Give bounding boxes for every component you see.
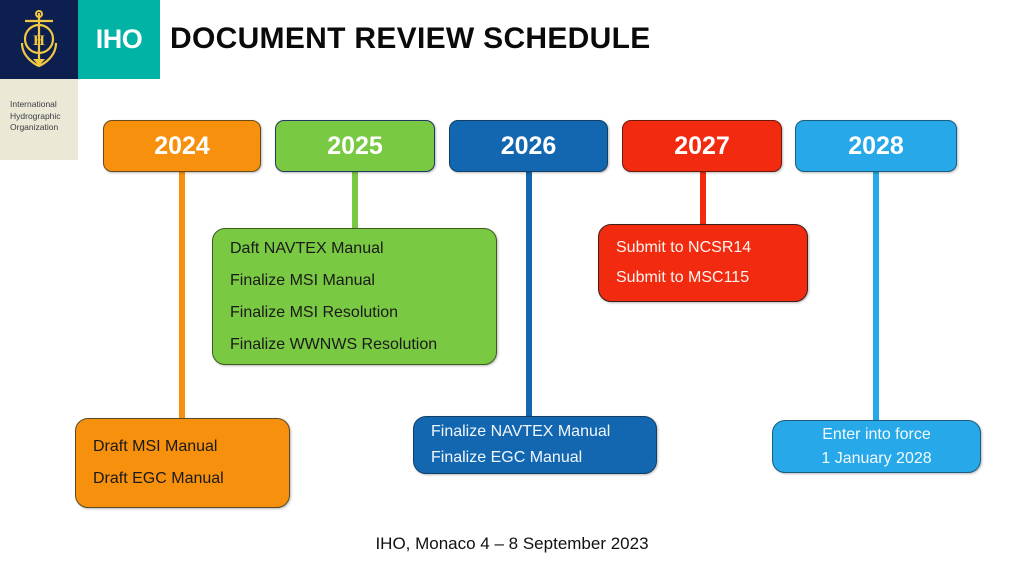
box-line: Finalize MSI Resolution xyxy=(230,303,399,321)
iho-logo-block: H xyxy=(0,0,78,79)
box-line: Daft NAVTEX Manual xyxy=(230,239,384,257)
organization-name-lines: International Hydrographic Organization xyxy=(10,99,61,134)
box-line: Submit to MSC115 xyxy=(616,269,750,286)
iho-wordmark-block: IHO xyxy=(78,0,160,79)
iho-wordmark-text: IHO xyxy=(95,24,143,54)
box-2027[interactable]: Submit to NCSR14 Submit to MSC115 xyxy=(598,224,808,302)
box-line: Draft MSI Manual xyxy=(93,438,218,455)
stem-2026 xyxy=(526,170,532,418)
box-line: Finalize EGC Manual xyxy=(431,449,583,466)
stem-2027 xyxy=(700,170,706,228)
box-2024[interactable]: Draft MSI Manual Draft EGC Manual xyxy=(75,418,290,508)
box-line: Finalize NAVTEX Manual xyxy=(431,423,611,440)
year-pill-2027[interactable]: 2027 xyxy=(622,120,782,172)
footer-text: IHO, Monaco 4 – 8 September 2023 xyxy=(375,534,649,553)
organization-name-block: International Hydrographic Organization xyxy=(0,79,78,160)
year-pill-2026[interactable]: 2026 xyxy=(449,120,608,172)
box-line: 1 January 2028 xyxy=(821,449,932,467)
stem-2024 xyxy=(179,170,185,420)
box-line: Draft EGC Manual xyxy=(93,470,224,487)
svg-text:H: H xyxy=(33,33,45,49)
box-line: Enter into force xyxy=(822,425,931,443)
year-pill-2025[interactable]: 2025 xyxy=(275,120,435,172)
box-line: Submit to NCSR14 xyxy=(616,239,752,256)
box-line: Finalize WWNWS Resolution xyxy=(230,335,438,353)
box-line: Finalize MSI Manual xyxy=(230,271,375,289)
org-line-1: International xyxy=(10,99,57,109)
box-2025[interactable]: Daft NAVTEX Manual Finalize MSI Manual Fin… xyxy=(212,228,497,365)
box-2028[interactable]: Enter into force 1 January 2028 xyxy=(772,420,981,473)
org-line-2: Hydrographic xyxy=(10,110,61,121)
stem-2028 xyxy=(873,170,879,422)
box-2026[interactable]: Finalize NAVTEX Manual Finalize EGC Manua… xyxy=(413,416,657,474)
page-title: DOCUMENT REVIEW SCHEDULE xyxy=(170,22,651,55)
slide-canvas: H IHO International Hydrographic Organiz… xyxy=(0,0,1024,576)
org-line-3: Organization xyxy=(10,122,59,132)
year-pill-2024[interactable]: 2024 xyxy=(103,120,261,172)
iho-anchor-emblem-icon: H xyxy=(20,9,58,67)
year-pill-2028[interactable]: 2028 xyxy=(795,120,957,172)
stem-2025 xyxy=(352,170,358,232)
